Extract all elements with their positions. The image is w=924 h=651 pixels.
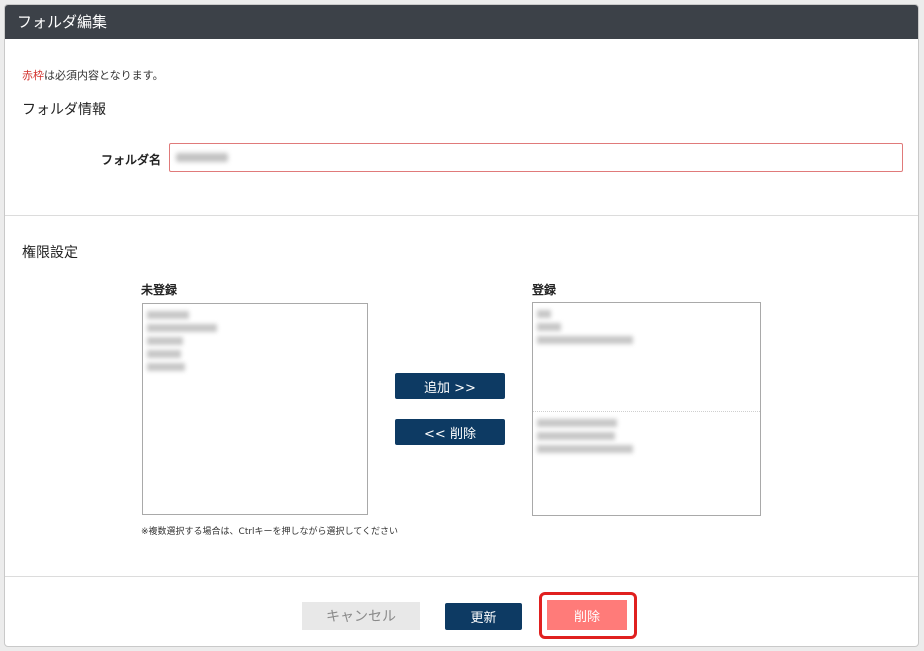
multi-select-hint: ※複数選択する場合は、Ctrlキーを押しながら選択してください: [141, 527, 399, 537]
folder-info-title: フォルダ情報: [22, 102, 106, 118]
update-button[interactable]: 更新: [445, 603, 522, 630]
list-item[interactable]: [143, 360, 367, 373]
unregistered-listbox[interactable]: [142, 303, 368, 515]
add-button[interactable]: 追加 >>: [395, 373, 505, 399]
permissions-title: 権限設定: [22, 245, 78, 261]
list-item[interactable]: [533, 442, 760, 455]
list-item[interactable]: [533, 333, 760, 346]
list-item[interactable]: [143, 347, 367, 360]
folder-name-label: フォルダ名: [101, 153, 162, 167]
list-item[interactable]: [143, 308, 367, 321]
list-item[interactable]: [533, 307, 760, 320]
list-item[interactable]: [533, 416, 760, 429]
unregistered-label: 未登録: [141, 283, 178, 297]
required-note-red: 赤枠: [22, 69, 44, 82]
redacted-folder-name: [176, 153, 228, 162]
section-divider: [5, 215, 918, 216]
folder-edit-dialog: フォルダ編集 赤枠は必須内容となります。 フォルダ情報 フォルダ名 権限設定 未…: [4, 4, 919, 647]
list-item[interactable]: [143, 321, 367, 334]
cancel-button[interactable]: キャンセル: [302, 602, 420, 630]
dialog-title: フォルダ編集: [5, 5, 918, 39]
remove-button[interactable]: << 削除: [395, 419, 505, 445]
registered-listbox[interactable]: [532, 302, 761, 516]
registered-label: 登録: [532, 283, 557, 297]
folder-name-input[interactable]: [169, 143, 903, 172]
list-item[interactable]: [143, 334, 367, 347]
delete-button[interactable]: 削除: [547, 600, 627, 630]
list-item[interactable]: [533, 320, 760, 333]
required-note-text: は必須内容となります。: [44, 69, 164, 82]
required-note: 赤枠は必須内容となります。: [22, 67, 164, 83]
footer-divider: [5, 576, 918, 577]
list-item[interactable]: [533, 429, 760, 442]
